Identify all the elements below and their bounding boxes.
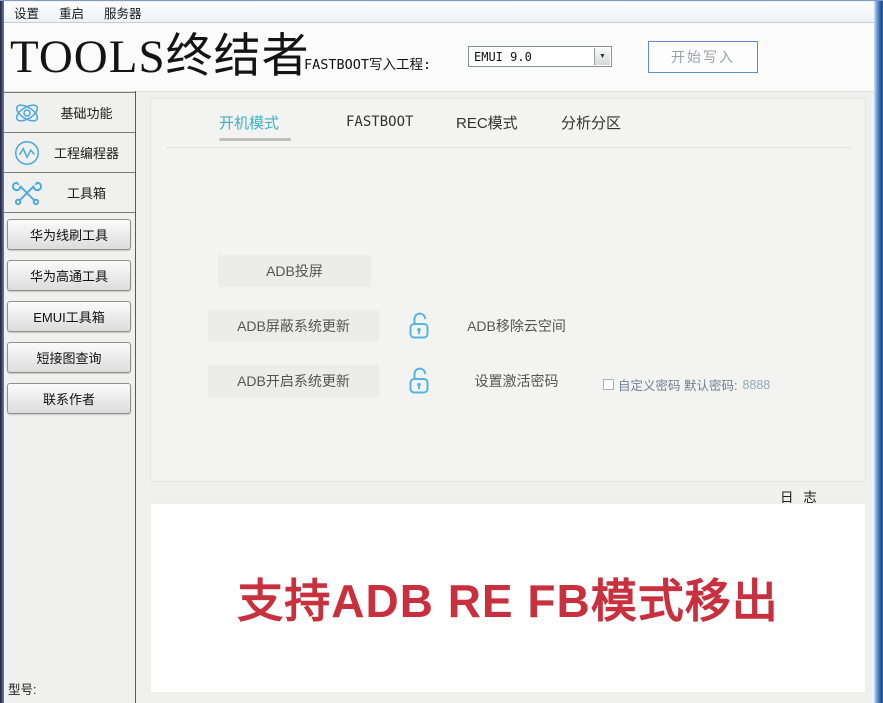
tab-analyze-partition[interactable]: 分析分区 (561, 112, 621, 133)
huawei-flash-tool-button[interactable]: 华为线刷工具 (7, 219, 131, 250)
app-title: TOOLS终结者 (10, 17, 310, 86)
header: TOOLS终结者 FASTBOOT写入工程: EMUI 9.0 ▼ 开始写入 (4, 23, 874, 91)
adb-screen-cast-button[interactable]: ADB投屏 (218, 255, 371, 287)
adb-remove-cloud-button[interactable]: ADB移除云空间 (444, 310, 589, 342)
chevron-down-icon[interactable]: ▼ (594, 48, 610, 65)
tools-icon (12, 178, 42, 208)
contact-author-button[interactable]: 联系作者 (7, 383, 131, 414)
sidebar-item-label: 工程编程器 (42, 143, 135, 162)
log-area: 支持ADB RE FB模式移出 (150, 503, 866, 693)
app-window: 设置 重启 服务器 TOOLS终结者 FASTBOOT写入工程: EMUI 9.… (0, 0, 883, 703)
start-write-button[interactable]: 开始写入 (648, 41, 758, 73)
sidebar-item-basic-functions[interactable]: 基础功能 (4, 93, 135, 133)
sidebar-nav-group: 基础功能 工程编程器 (4, 92, 135, 213)
set-activation-password-button[interactable]: 设置激活密码 (444, 365, 589, 397)
project-select-value: EMUI 9.0 (474, 50, 532, 64)
tabs-separator-line (166, 147, 852, 148)
window-border-right (874, 1, 883, 703)
custom-password-label: 自定义密码 默认密码: (618, 375, 737, 394)
sidebar-item-project-programmer[interactable]: 工程编程器 (4, 133, 135, 173)
waveform-icon (12, 138, 42, 168)
log-message: 支持ADB RE FB模式移出 (237, 565, 778, 631)
active-tab-underline (219, 138, 291, 141)
project-select[interactable]: EMUI 9.0 ▼ (468, 46, 612, 67)
adb-enable-update-button[interactable]: ADB开启系统更新 (208, 365, 379, 397)
shortcircuit-diagram-button[interactable]: 短接图查询 (7, 342, 131, 373)
custom-password-checkbox-row[interactable]: 自定义密码 默认密码: 8888 (603, 375, 770, 394)
tab-rec-mode[interactable]: REC模式 (456, 112, 518, 133)
tab-fastboot[interactable]: FASTBOOT (346, 114, 413, 130)
huawei-qualcomm-tool-button[interactable]: 华为高通工具 (7, 260, 131, 291)
emui-toolbox-button[interactable]: EMUI工具箱 (7, 301, 131, 332)
sidebar-item-label: 基础功能 (42, 103, 135, 122)
tab-panel: 开机模式 FASTBOOT REC模式 分析分区 ADB投屏 ADB屏蔽系统更新… (150, 98, 866, 482)
unlock-icon[interactable] (407, 311, 431, 342)
custom-password-checkbox[interactable] (603, 379, 614, 390)
tab-boot-mode[interactable]: 开机模式 (219, 112, 279, 133)
adb-block-update-button[interactable]: ADB屏蔽系统更新 (208, 310, 379, 342)
model-label: 型号: (8, 679, 36, 698)
fastboot-project-label: FASTBOOT写入工程: (304, 53, 431, 73)
default-password-value: 8888 (742, 378, 770, 392)
sidebar: 基础功能 工程编程器 (4, 91, 135, 703)
sidebar-divider (135, 91, 136, 703)
unlock-icon[interactable] (407, 366, 431, 397)
atom-icon (12, 98, 42, 128)
sidebar-item-label: 工具箱 (42, 183, 135, 202)
sidebar-item-toolbox[interactable]: 工具箱 (4, 173, 135, 213)
